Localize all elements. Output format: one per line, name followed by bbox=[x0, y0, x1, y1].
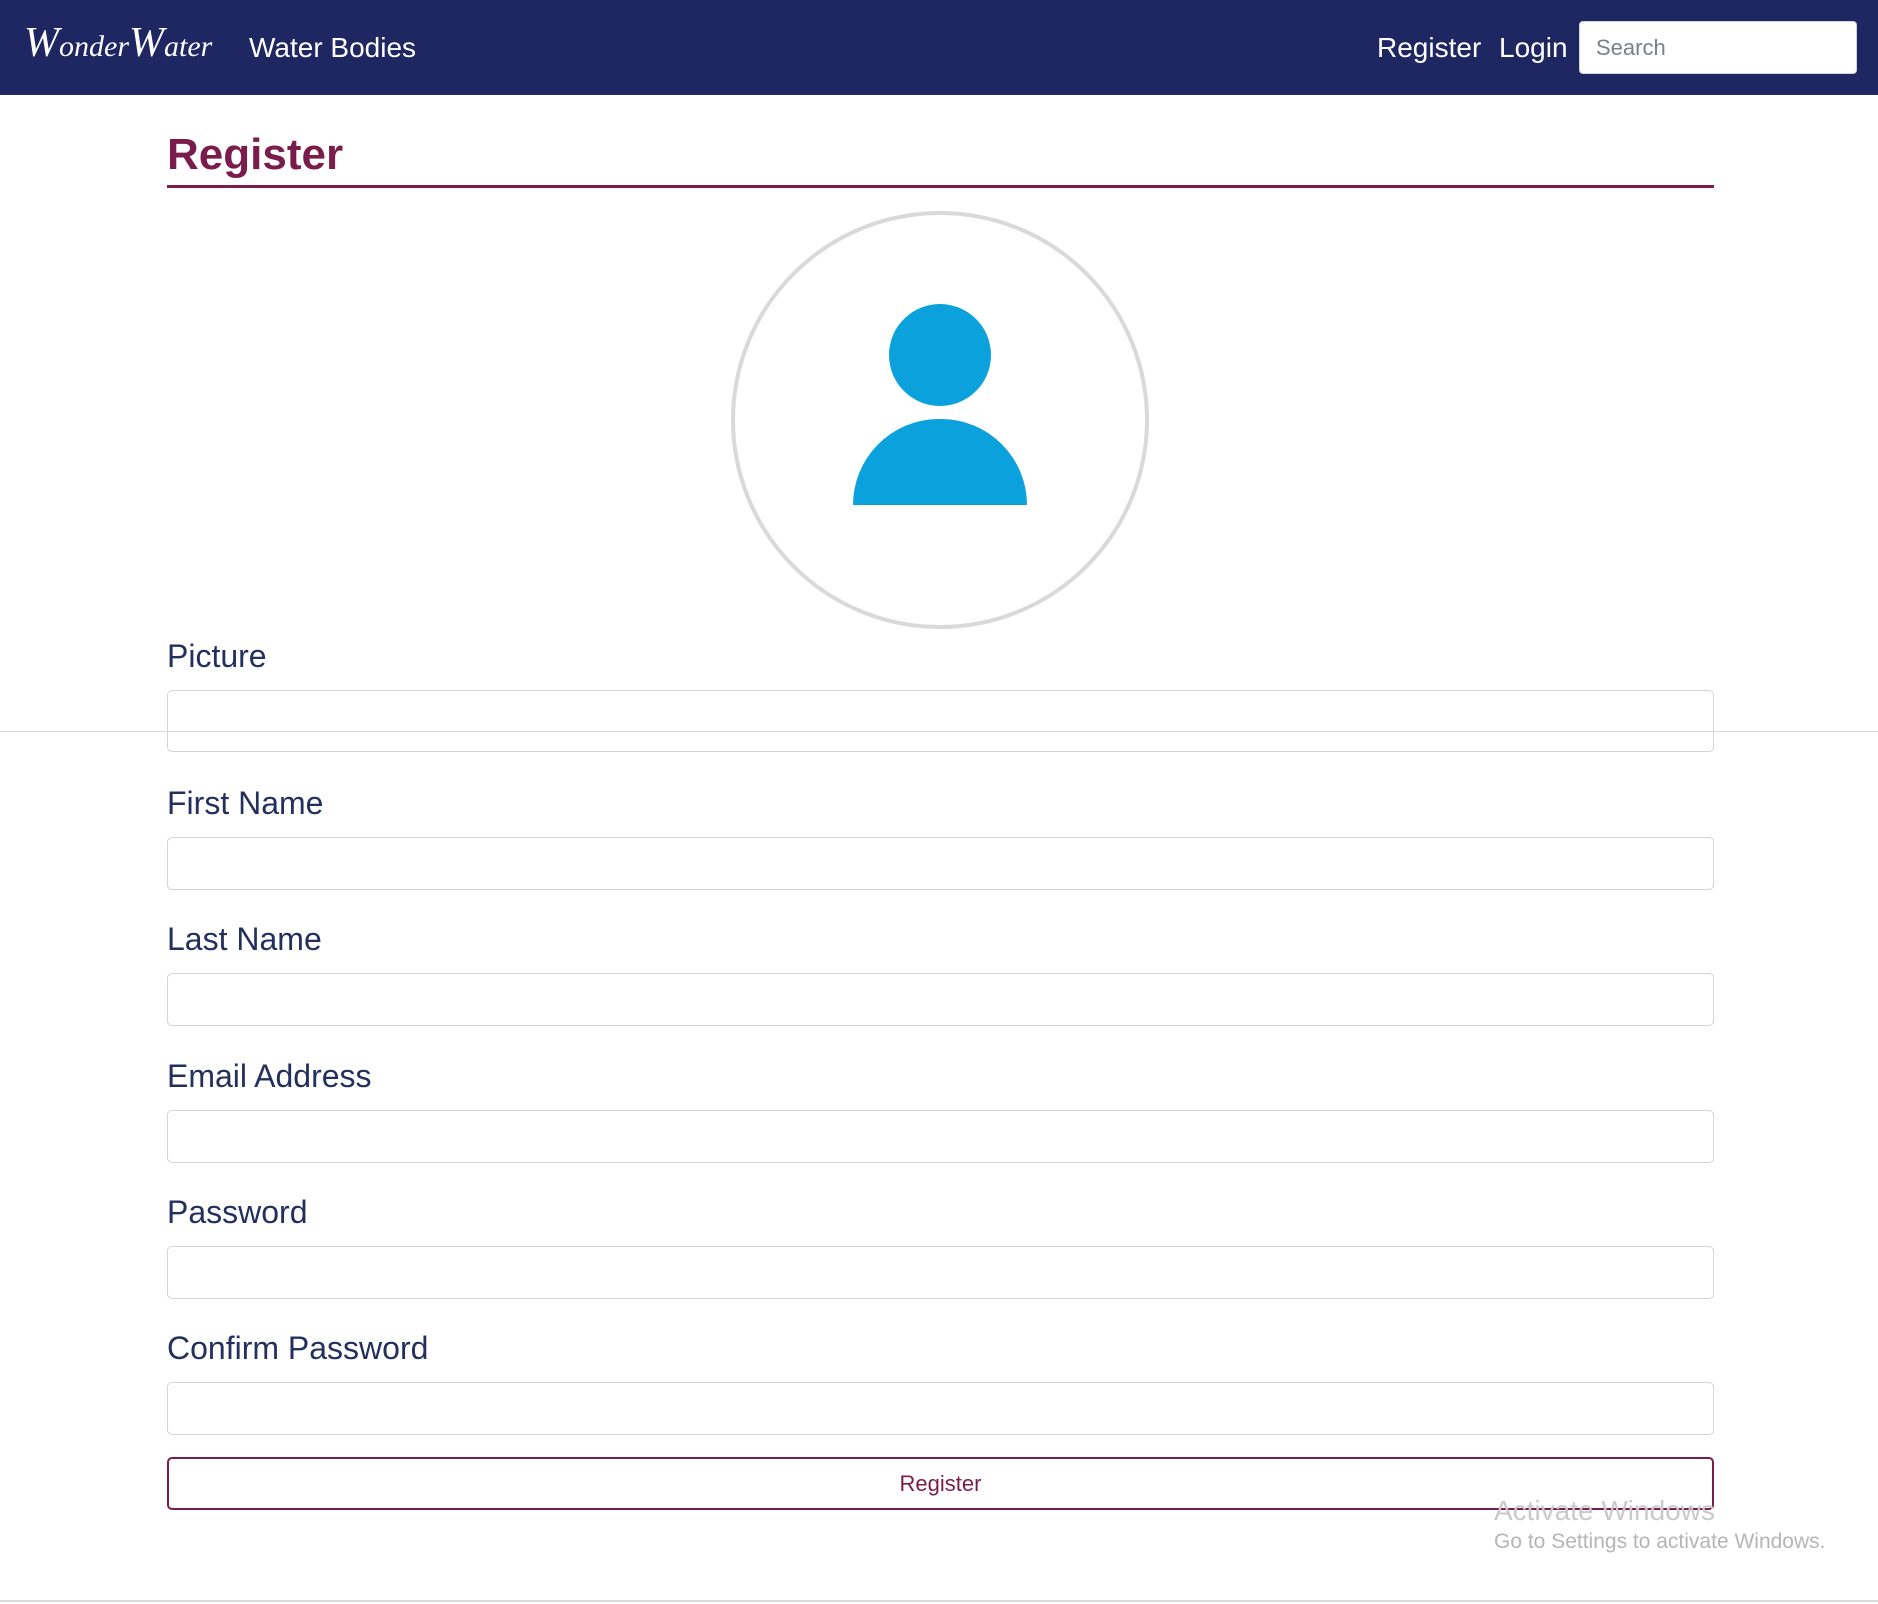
nav-link-register[interactable]: Register bbox=[1377, 30, 1481, 66]
last-name-label: Last Name bbox=[167, 921, 322, 957]
page-divider bbox=[0, 731, 1878, 732]
page-title: Register bbox=[167, 130, 344, 179]
nav-link-login[interactable]: Login bbox=[1499, 30, 1568, 66]
first-name-label: First Name bbox=[167, 785, 324, 821]
email-label: Email Address bbox=[167, 1058, 372, 1094]
brand-text-onder: onder bbox=[59, 30, 129, 63]
brand-text-ater: ater bbox=[164, 30, 213, 63]
email-field[interactable] bbox=[167, 1110, 1714, 1163]
activate-windows-watermark-title: Activate Windows bbox=[1494, 1495, 1715, 1526]
confirm-password-field[interactable] bbox=[167, 1382, 1714, 1435]
brand-logo[interactable]: WonderWater bbox=[24, 22, 212, 64]
password-label: Password bbox=[167, 1194, 308, 1230]
last-name-field[interactable] bbox=[167, 973, 1714, 1026]
title-underline bbox=[167, 185, 1714, 188]
picture-file-input[interactable] bbox=[167, 690, 1714, 752]
activate-windows-watermark-subtitle: Go to Settings to activate Windows. bbox=[1494, 1530, 1826, 1553]
register-submit-button[interactable]: Register bbox=[167, 1457, 1714, 1510]
confirm-password-label: Confirm Password bbox=[167, 1330, 429, 1366]
brand-letter-w: W bbox=[24, 20, 59, 66]
brand-letter-w2: W bbox=[129, 20, 164, 66]
password-field[interactable] bbox=[167, 1246, 1714, 1299]
bottom-divider bbox=[0, 1600, 1878, 1602]
first-name-field[interactable] bbox=[167, 837, 1714, 890]
user-icon-head bbox=[889, 304, 991, 406]
nav-link-water-bodies[interactable]: Water Bodies bbox=[249, 30, 416, 66]
search-input[interactable] bbox=[1579, 21, 1857, 74]
picture-label: Picture bbox=[167, 638, 267, 674]
navbar: WonderWater Water Bodies Register Login bbox=[0, 0, 1878, 95]
